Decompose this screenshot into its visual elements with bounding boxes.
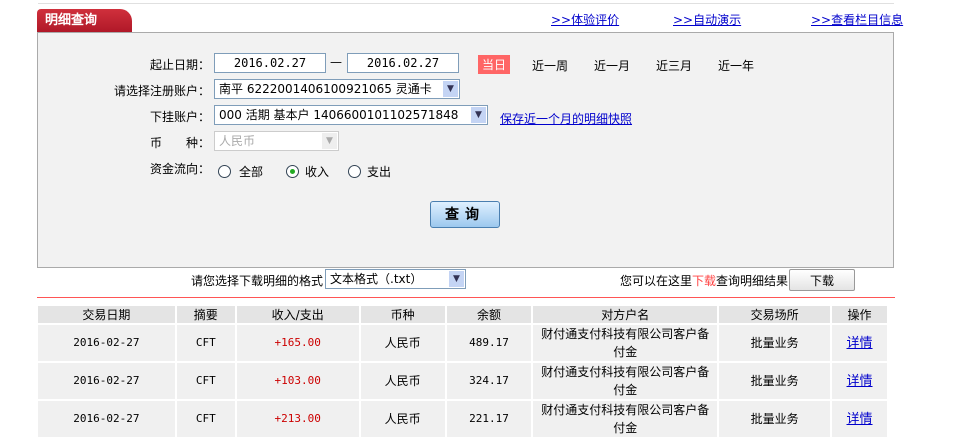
- transaction-table: 交易日期 摘要 收入/支出 币种 余额 对方户名 交易场所 操作 2016-02…: [38, 306, 889, 437]
- chevron-down-icon: ▼: [449, 271, 464, 287]
- flow-expense-label: 支出: [367, 165, 392, 179]
- cell-counterparty: 财付通支付科技有限公司客户备付金: [532, 323, 720, 362]
- table-row: 2016-02-27 CFT +103.00 人民币 324.17 财付通支付科技有限公司…: [38, 361, 889, 400]
- col-date: 交易日期: [38, 306, 177, 324]
- flow-all-label: 全部: [239, 165, 264, 179]
- cell-venue: 批量业务: [718, 361, 833, 400]
- divider: [38, 3, 894, 4]
- quick-year[interactable]: 近一年: [718, 57, 754, 74]
- format-label: 请您选择下载明细的格式: [191, 274, 324, 288]
- cell-action: 详情: [831, 361, 889, 400]
- col-summary: 摘要: [175, 306, 237, 324]
- chevron-down-icon: ▼: [443, 81, 458, 97]
- cell-date: 2016-02-27: [38, 399, 177, 437]
- cell-counterparty: 财付通支付科技有限公司客户备付金: [532, 399, 720, 437]
- cell-date: 2016-02-27: [38, 361, 177, 400]
- cell-summary: CFT: [175, 399, 237, 437]
- divider: [37, 297, 895, 298]
- radio-icon[interactable]: [348, 165, 361, 178]
- link-column-info[interactable]: >>查看栏目信息: [811, 11, 903, 28]
- cell-action: 详情: [831, 323, 889, 362]
- quick-month[interactable]: 近一月: [594, 57, 630, 74]
- query-button[interactable]: 查询: [430, 201, 500, 228]
- download-hint: 您可以在这里下载查询明细结果: [620, 272, 788, 289]
- cell-action: 详情: [831, 399, 889, 437]
- cell-date: 2016-02-27: [38, 323, 177, 362]
- detail-link[interactable]: 详情: [847, 374, 873, 389]
- table-header: 交易日期 摘要 收入/支出 币种 余额 对方户名 交易场所 操作: [38, 306, 889, 324]
- detail-link[interactable]: 详情: [847, 336, 873, 351]
- cell-amount: +103.00: [235, 361, 361, 400]
- cell-currency: 人民币: [359, 323, 447, 362]
- flow-income[interactable]: 收入: [286, 163, 329, 180]
- date-from-input[interactable]: 2016.02.27: [214, 53, 326, 73]
- table-row: 2016-02-27 CFT +213.00 人民币 221.17 财付通支付科技有限公司…: [38, 399, 889, 437]
- date-label: 起止日期：: [149, 58, 210, 72]
- download-button[interactable]: 下载: [789, 269, 855, 291]
- cell-currency: 人民币: [359, 361, 447, 400]
- format-select[interactable]: 文本格式（.txt） ▼: [325, 269, 466, 289]
- radio-icon[interactable]: [218, 165, 231, 178]
- hint-suffix: 查询明细结果: [716, 274, 789, 288]
- cell-balance: 489.17: [445, 323, 534, 362]
- date-separator: —: [330, 55, 342, 69]
- chevron-down-icon: ▼: [471, 107, 486, 123]
- table-row: 2016-02-27 CFT +165.00 人民币 489.17 财付通支付科技有限公司…: [38, 323, 889, 362]
- flow-income-label: 收入: [305, 165, 330, 179]
- cell-currency: 人民币: [359, 399, 447, 437]
- quick-3months[interactable]: 近三月: [656, 57, 692, 74]
- flow-all[interactable]: 全部: [218, 163, 263, 180]
- radio-checked-icon[interactable]: [286, 165, 299, 178]
- link-demo[interactable]: >>自动演示: [673, 11, 741, 28]
- cell-summary: CFT: [175, 361, 237, 400]
- quick-week[interactable]: 近一周: [532, 57, 568, 74]
- col-currency: 币种: [359, 306, 447, 324]
- account-select[interactable]: 南平 6222001406100921065 灵通卡 ▼: [214, 79, 460, 99]
- tab-detail-query[interactable]: 明细查询: [37, 9, 132, 32]
- date-to-input[interactable]: 2016.02.27: [347, 53, 459, 73]
- quick-today[interactable]: 当日: [478, 55, 511, 74]
- account-value: 南平 6222001406100921065 灵通卡: [219, 82, 432, 96]
- col-amount: 收入/支出: [235, 306, 361, 324]
- col-counterparty: 对方户名: [532, 306, 720, 324]
- save-snapshot-link[interactable]: 保存近一个月的明细快照: [500, 110, 632, 127]
- cell-venue: 批量业务: [718, 399, 833, 437]
- hint-prefix: 您可以在这里: [620, 274, 693, 288]
- col-venue: 交易场所: [718, 306, 833, 324]
- cell-summary: CFT: [175, 323, 237, 362]
- col-action: 操作: [831, 306, 889, 324]
- sub-account-label: 下挂账户：: [149, 110, 210, 124]
- currency-value: 人民币: [219, 134, 256, 148]
- account-label: 请选择注册账户：: [113, 84, 210, 98]
- cell-balance: 221.17: [445, 399, 534, 437]
- col-balance: 余额: [445, 306, 534, 324]
- currency-select[interactable]: 人民币 ▼: [214, 131, 339, 151]
- flow-label: 资金流向：: [149, 162, 210, 176]
- detail-link[interactable]: 详情: [847, 412, 873, 427]
- currency-label: 币 种：: [149, 136, 210, 150]
- cell-amount: +213.00: [235, 399, 361, 437]
- link-feedback[interactable]: >>体验评价: [551, 11, 619, 28]
- sub-account-value: 000 活期 基本户 1406600101102571848: [219, 108, 459, 122]
- hint-download: 下载: [692, 274, 717, 288]
- chevron-down-icon: ▼: [322, 133, 337, 149]
- cell-balance: 324.17: [445, 361, 534, 400]
- format-value: 文本格式（.txt）: [330, 272, 423, 286]
- flow-expense[interactable]: 支出: [348, 163, 391, 180]
- cell-counterparty: 财付通支付科技有限公司客户备付金: [532, 361, 720, 400]
- cell-venue: 批量业务: [718, 323, 833, 362]
- sub-account-select[interactable]: 000 活期 基本户 1406600101102571848 ▼: [214, 105, 488, 125]
- cell-amount: +165.00: [235, 323, 361, 362]
